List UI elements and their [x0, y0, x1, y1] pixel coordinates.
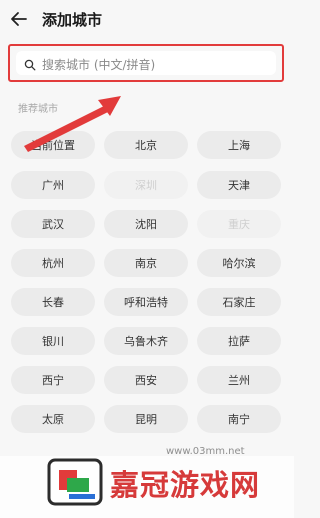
watermark-url: www.03mm.net: [166, 446, 245, 457]
watermark-brand-text: 嘉冠游戏网: [110, 468, 261, 502]
brand-logo-icon: [47, 458, 103, 506]
red-arrow-annotation: [24, 96, 121, 152]
